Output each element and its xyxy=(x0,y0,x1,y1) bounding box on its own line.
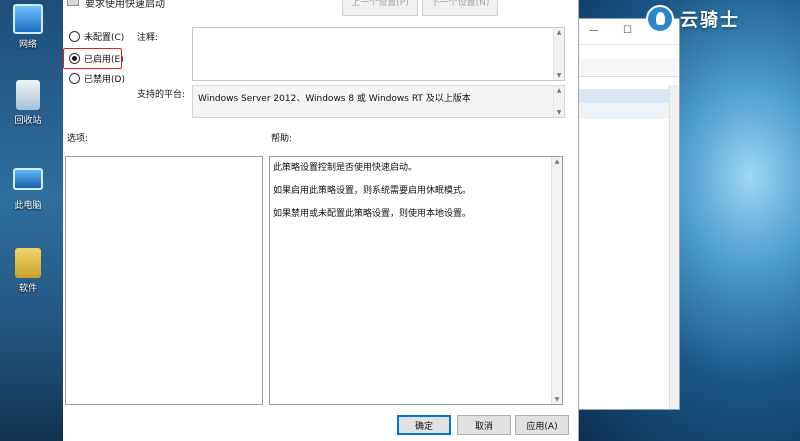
dialog-title: 要求使用快速启动 xyxy=(85,0,165,10)
scroll-up-icon[interactable]: ▲ xyxy=(552,158,562,165)
ok-button[interactable]: 确定 xyxy=(397,415,451,435)
desktop-icon-software[interactable]: 软件 xyxy=(6,248,50,294)
apply-button[interactable]: 应用(A) xyxy=(515,415,569,435)
scroll-up-icon[interactable]: ▲ xyxy=(554,29,564,36)
scroll-down-icon[interactable]: ▼ xyxy=(554,72,564,79)
comment-scrollbar[interactable]: ▲ ▼ xyxy=(553,28,564,80)
platform-field: Windows Server 2012、Windows 8 或 Windows … xyxy=(192,85,565,118)
scroll-down-icon[interactable]: ▼ xyxy=(554,109,564,116)
help-scrollbar[interactable]: ▲ ▼ xyxy=(551,157,562,404)
enabled-highlight-box xyxy=(63,48,122,69)
radio-not-configured[interactable]: 未配置(C) xyxy=(69,28,124,44)
software-folder-icon xyxy=(15,248,41,278)
background-window-row xyxy=(579,103,679,119)
platform-value: Windows Server 2012、Windows 8 或 Windows … xyxy=(198,94,471,104)
maximize-button[interactable]: ☐ xyxy=(623,25,632,36)
brand-text: 云骑士 xyxy=(680,10,740,31)
desktop-icon-label: 此电脑 xyxy=(14,201,42,211)
radio-label: 未配置(C) xyxy=(84,32,125,43)
desktop-wallpaper-left xyxy=(0,0,64,441)
background-window-address-bar xyxy=(579,59,679,77)
help-text-line: 此策略设置控制是否使用快速启动。 xyxy=(273,163,418,173)
background-window-header-row xyxy=(579,89,679,103)
platform-label: 支持的平台: xyxy=(137,90,186,100)
network-icon xyxy=(13,4,43,34)
desktop-icon-label: 软件 xyxy=(18,284,37,294)
help-pane: 此策略设置控制是否使用快速启动。 如果启用此策略设置，则系统需要启用休眠模式。 … xyxy=(269,156,563,405)
desktop-icon-network[interactable]: 网络 xyxy=(6,4,50,50)
desktop-icon-label: 回收站 xyxy=(14,116,42,126)
dialog-header: 要求使用快速启动 上一个设置(P) 下一个设置(N) xyxy=(63,0,579,20)
help-text-line: 如果禁用或未配置此策略设置，则使用本地设置。 xyxy=(273,209,472,219)
comment-textarea[interactable]: ▲ ▼ xyxy=(192,27,565,81)
next-setting-button[interactable]: 下一个设置(N) xyxy=(422,0,498,16)
knight-logo-icon xyxy=(646,5,674,33)
radio-disabled[interactable]: 已禁用(D) xyxy=(69,70,125,86)
recycle-bin-icon xyxy=(16,80,40,110)
background-window-scrollbar[interactable] xyxy=(669,85,679,409)
desktop-icon-recycle-bin[interactable]: 回收站 xyxy=(6,80,50,126)
radio-button[interactable] xyxy=(69,30,80,42)
options-pane xyxy=(65,156,263,405)
desktop-icon-this-pc[interactable]: 此电脑 xyxy=(6,168,50,211)
this-pc-icon xyxy=(13,168,43,190)
radio-label: 已禁用(D) xyxy=(84,74,125,85)
brand-watermark: 云骑士 xyxy=(646,4,796,34)
options-label: 选项: xyxy=(67,134,89,144)
scroll-down-icon[interactable]: ▼ xyxy=(552,396,562,403)
policy-setting-icon xyxy=(67,0,79,6)
scroll-up-icon[interactable]: ▲ xyxy=(554,87,564,94)
cancel-button[interactable]: 取消 xyxy=(457,415,511,435)
platform-scrollbar[interactable]: ▲ ▼ xyxy=(553,86,564,117)
desktop-icon-label: 网络 xyxy=(18,40,37,50)
minimize-button[interactable]: — xyxy=(589,25,599,36)
previous-setting-button[interactable]: 上一个设置(P) xyxy=(342,0,418,16)
comment-label: 注释: xyxy=(137,33,159,43)
radio-button[interactable] xyxy=(69,72,80,84)
help-text-line: 如果启用此策略设置，则系统需要启用休眠模式。 xyxy=(273,186,472,196)
background-window: — ☐ xyxy=(578,18,680,410)
help-label: 帮助: xyxy=(271,134,293,144)
policy-dialog: 要求使用快速启动 上一个设置(P) 下一个设置(N) 未配置(C) 已启用(E)… xyxy=(63,0,579,441)
